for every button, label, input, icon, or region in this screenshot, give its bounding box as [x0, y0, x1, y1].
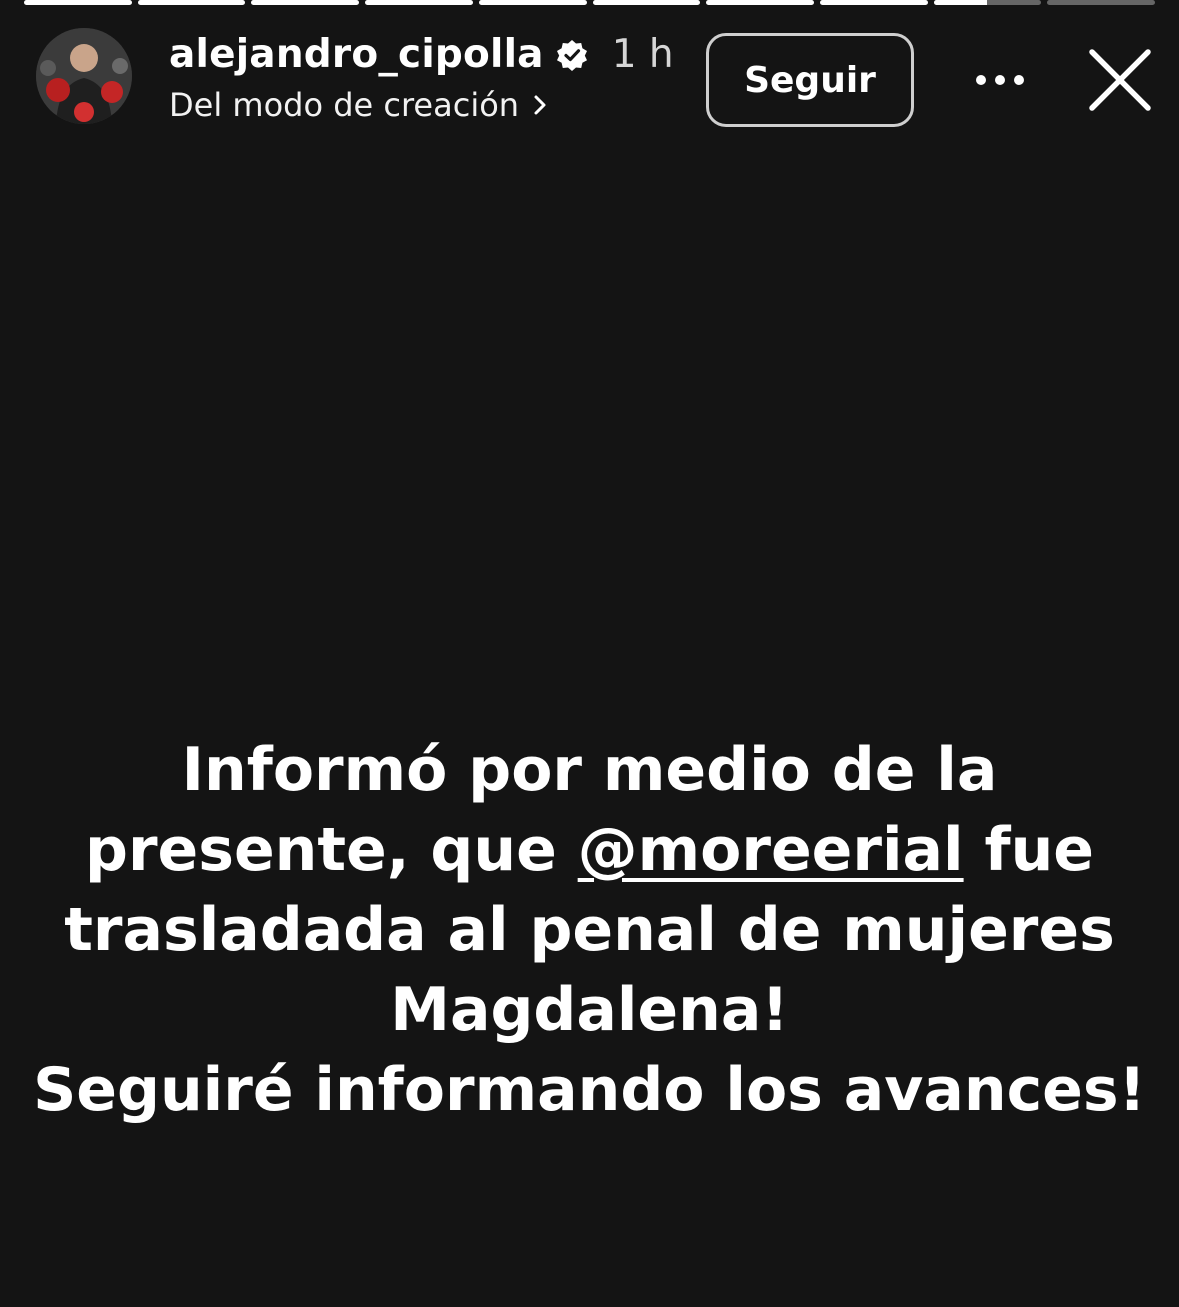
- avatar[interactable]: [36, 28, 132, 124]
- story-text: Informó por medio de la presente, que @m…: [20, 730, 1159, 1130]
- story-progress-bar: [24, 0, 1156, 5]
- story-text-line: presente, que @moreerial fue: [20, 810, 1159, 890]
- story-text-line: Informó por medio de la: [181, 735, 998, 805]
- mention-link[interactable]: @moreerial: [578, 815, 964, 885]
- progress-segment: [137, 0, 246, 5]
- progress-segment: [819, 0, 928, 5]
- verified-badge-icon: [556, 39, 587, 71]
- story-text-line: Magdalena!: [390, 975, 789, 1045]
- username[interactable]: alejandro_cipolla: [169, 32, 544, 77]
- progress-fill: [365, 0, 473, 5]
- creation-mode-label: Del modo de creación: [169, 86, 520, 124]
- progress-fill: [592, 0, 701, 5]
- progress-segment: [478, 0, 587, 5]
- more-options-button[interactable]: [970, 60, 1030, 100]
- progress-segment: [933, 0, 1042, 5]
- story-text-line: trasladada al penal de mujeres: [64, 895, 1115, 965]
- close-icon: [1089, 49, 1151, 111]
- progress-fill: [137, 0, 246, 5]
- progress-fill: [933, 0, 988, 5]
- avatar-photo: [36, 28, 132, 124]
- story-text-line: Seguiré informando los avances!: [33, 1055, 1146, 1125]
- follow-button[interactable]: Seguir: [706, 33, 914, 127]
- progress-segment: [251, 0, 360, 5]
- creation-mode-link[interactable]: Del modo de creación: [169, 86, 549, 124]
- progress-segment: [592, 0, 701, 5]
- progress-fill: [706, 0, 814, 5]
- post-time: 1 h: [611, 32, 674, 77]
- story-viewer: alejandro_cipolla 1 h Del modo de creaci…: [0, 0, 1179, 1307]
- close-button[interactable]: [1084, 44, 1156, 116]
- more-horizontal-icon: [976, 75, 1024, 85]
- progress-segment: [1047, 0, 1156, 5]
- progress-segment: [365, 0, 473, 5]
- story-text-fragment: presente, que: [85, 815, 578, 885]
- progress-fill: [251, 0, 360, 5]
- story-text-fragment: fue: [963, 815, 1094, 885]
- story-header: alejandro_cipolla 1 h Del modo de creaci…: [36, 28, 1156, 128]
- progress-fill: [819, 0, 928, 5]
- progress-fill: [478, 0, 587, 5]
- progress-segment: [24, 0, 132, 5]
- user-info: alejandro_cipolla 1 h: [169, 32, 674, 77]
- progress-fill: [24, 0, 132, 5]
- progress-segment: [706, 0, 814, 5]
- chevron-right-icon: [534, 95, 546, 115]
